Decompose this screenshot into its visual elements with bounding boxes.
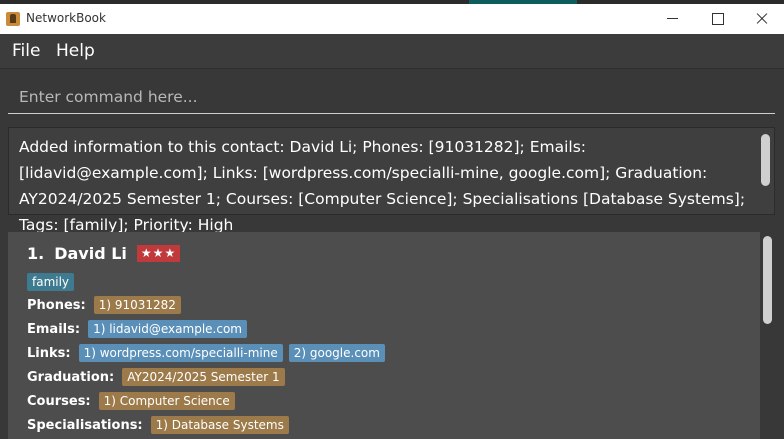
tag-badge: family xyxy=(27,273,75,291)
contact-index: 1. xyxy=(27,244,45,263)
result-display: Added information to this contact: David… xyxy=(8,127,775,234)
result-text: Added information to this contact: David… xyxy=(19,138,746,234)
graduation-chip: AY2024/2025 Semester 1 xyxy=(122,368,285,386)
course-chip: 1) Computer Science xyxy=(98,392,235,410)
command-box xyxy=(0,70,784,120)
emails-label: Emails: xyxy=(27,321,81,337)
menu-bar: File Help xyxy=(0,34,784,69)
specialisation-chip: 1) Database Systems xyxy=(150,416,289,434)
menu-file[interactable]: File xyxy=(12,41,40,61)
phone-chip: 1) 91031282 xyxy=(93,296,181,314)
phones-label: Phones: xyxy=(27,297,86,313)
specialisations-field: Specialisations: 1) Database Systems xyxy=(27,416,295,434)
title-bar: NetworkBook xyxy=(0,4,784,34)
contact-header: 1. David Li ★★★ xyxy=(27,244,181,263)
courses-field: Courses: 1) Computer Science xyxy=(27,392,241,410)
menu-help[interactable]: Help xyxy=(56,41,95,61)
courses-label: Courses: xyxy=(27,393,91,409)
window-title: NetworkBook xyxy=(26,11,106,25)
priority-badge: ★★★ xyxy=(136,245,181,262)
app-icon xyxy=(6,12,20,26)
command-input[interactable] xyxy=(8,80,775,114)
maximize-icon[interactable] xyxy=(706,8,728,30)
links-label: Links: xyxy=(27,345,71,361)
minimize-icon[interactable] xyxy=(662,8,684,30)
contact-card[interactable]: 1. David Li ★★★ family Phones: 1) 910312… xyxy=(8,232,760,439)
phones-field: Phones: 1) 91031282 xyxy=(27,296,187,314)
contact-list: 1. David Li ★★★ family Phones: 1) 910312… xyxy=(8,232,775,439)
email-chip[interactable]: 1) lidavid@example.com xyxy=(88,320,247,338)
link-chip[interactable]: 1) wordpress.com/specialli-mine xyxy=(78,344,283,362)
list-scrollbar[interactable] xyxy=(763,236,772,324)
link-chip[interactable]: 2) google.com xyxy=(288,344,385,362)
graduation-label: Graduation: xyxy=(27,369,115,385)
specialisations-label: Specialisations: xyxy=(27,417,143,433)
contact-name: David Li xyxy=(54,244,127,263)
links-field: Links: 1) wordpress.com/specialli-mine 2… xyxy=(27,344,391,362)
graduation-field: Graduation: AY2024/2025 Semester 1 xyxy=(27,368,291,386)
close-icon[interactable] xyxy=(751,8,773,30)
emails-field: Emails: 1) lidavid@example.com xyxy=(27,320,253,338)
result-scrollbar[interactable] xyxy=(761,134,770,186)
